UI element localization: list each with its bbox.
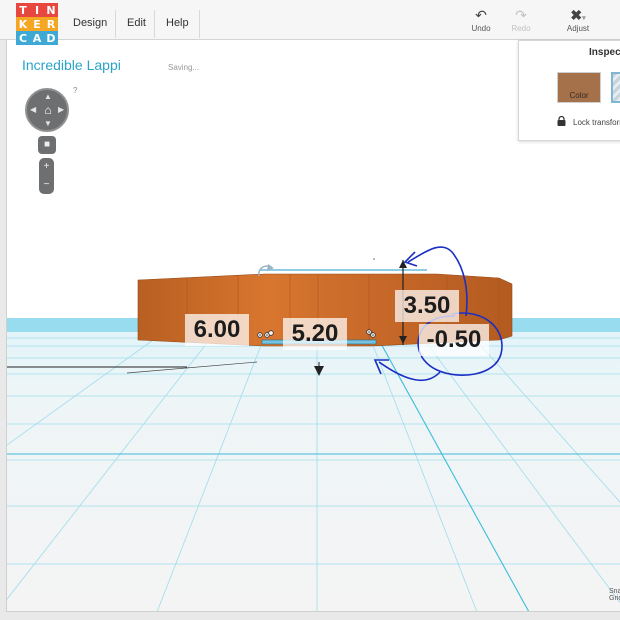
grid-floor	[7, 318, 620, 611]
color-swatch[interactable]: Color	[557, 72, 601, 103]
logo-letter: I	[30, 3, 44, 17]
length-dimension-label[interactable]: 6.00	[185, 314, 249, 346]
adjust-tools-icon: ✖▾	[570, 7, 586, 23]
undo-arrow-icon: ↶	[475, 7, 487, 23]
logo-letter: N	[44, 3, 58, 17]
snap-grid-label[interactable]: Snap Grid	[609, 588, 620, 602]
logo-letter: D	[44, 31, 58, 45]
orbit-control[interactable]: ▲ ▼ ◀ ▶ ⌂	[25, 88, 69, 132]
color-swatch-label: Color	[569, 91, 589, 100]
guide-dot	[373, 258, 375, 260]
menu-edit[interactable]: Edit	[127, 0, 146, 40]
logo-letter: K	[16, 17, 30, 31]
menu-design[interactable]: Design	[73, 0, 107, 40]
design-title[interactable]: Incredible Lappi	[22, 57, 121, 73]
zoom-out-button[interactable]: −	[39, 176, 54, 194]
orbit-up-icon[interactable]: ▲	[44, 93, 52, 101]
redo-arrow-icon: ↷	[515, 7, 527, 23]
logo-letter: A	[30, 31, 44, 45]
lock-transform-label[interactable]: Lock transform	[573, 118, 620, 127]
logo-letter: E	[30, 17, 44, 31]
adjust-label: Adjust	[566, 24, 590, 33]
menu-help[interactable]: Help	[166, 0, 189, 40]
view-cube-icon[interactable]: ■	[38, 136, 56, 154]
top-toolbar: Design Edit Help ↶ Undo ↷ Redo ✖▾ Adjust	[0, 0, 620, 40]
width-dimension-label[interactable]: 5.20	[283, 318, 347, 350]
height-dimension-label[interactable]: 3.50	[395, 290, 459, 322]
zoom-control: + −	[39, 158, 54, 194]
lock-icon[interactable]	[557, 116, 566, 126]
redo-label: Redo	[511, 24, 531, 33]
menu-divider	[115, 10, 116, 38]
inspector-panel: Inspector Color Lock transform	[518, 40, 620, 141]
orbit-left-icon[interactable]: ◀	[30, 106, 36, 114]
inspector-title: Inspector	[589, 47, 620, 58]
tinkercad-editor: Design Edit Help ↶ Undo ↷ Redo ✖▾ Adjust…	[0, 0, 620, 620]
logo-letter: T	[16, 3, 30, 17]
hole-swatch[interactable]	[611, 72, 620, 103]
home-view-icon[interactable]: ⌂	[41, 103, 55, 117]
view-help[interactable]: ?	[73, 86, 77, 95]
undo-label: Undo	[471, 24, 491, 33]
menu-divider	[154, 10, 155, 38]
orbit-right-icon[interactable]: ▶	[58, 106, 64, 114]
tinkercad-logo[interactable]: T I N K E R C A D	[16, 3, 59, 46]
logo-letter: R	[44, 17, 58, 31]
logo-letter: C	[16, 31, 30, 45]
annotation-arrowhead	[403, 251, 418, 267]
zoom-in-button[interactable]: +	[39, 158, 54, 176]
adjust-button[interactable]: ✖▾ Adjust	[558, 6, 598, 38]
menu-divider	[199, 10, 200, 38]
orbit-down-icon[interactable]: ▼	[44, 120, 52, 128]
save-status: Saving...	[168, 63, 200, 72]
redo-button[interactable]: ↷ Redo	[501, 6, 541, 38]
undo-button[interactable]: ↶ Undo	[461, 6, 501, 38]
elevation-dimension-label[interactable]: -0.50	[419, 324, 489, 356]
